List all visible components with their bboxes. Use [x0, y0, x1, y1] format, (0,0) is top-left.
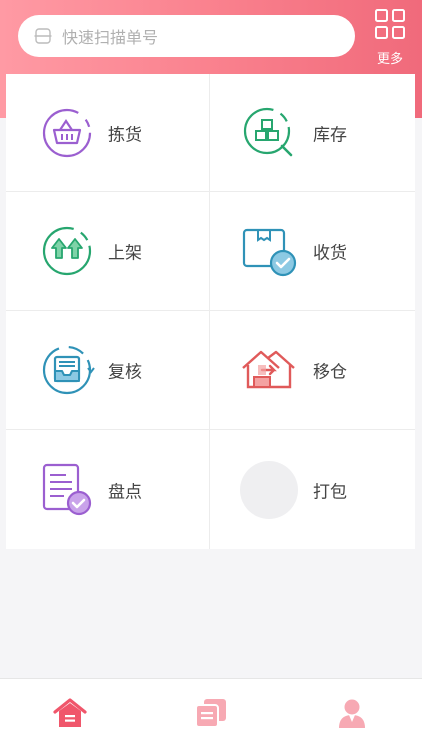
stocktake-icon — [38, 461, 96, 519]
menu-item-packing[interactable]: 打包 — [210, 430, 415, 549]
menu-item-picking[interactable]: 拣货 — [6, 74, 210, 192]
documents-icon — [194, 697, 228, 733]
shelve-up-icon — [38, 222, 96, 280]
home-icon — [53, 697, 87, 733]
user-icon — [336, 697, 368, 733]
menu-item-inventory[interactable]: 库存 — [210, 74, 415, 192]
menu-item-stocktake[interactable]: 盘点 — [6, 430, 210, 549]
tab-profile[interactable] — [322, 690, 382, 740]
menu-item-shelving[interactable]: 上架 — [6, 192, 210, 311]
tab-documents[interactable] — [181, 690, 241, 740]
menu-item-label: 拣货 — [108, 125, 142, 145]
scan-icon[interactable] — [34, 27, 52, 45]
pack-placeholder-icon — [240, 460, 298, 519]
menu-item-label: 收货 — [313, 243, 347, 264]
menu-item-label: 移仓 — [313, 362, 347, 383]
function-grid: 拣货 库存 上架 收货 复核 移仓 盘点 打包 — [6, 74, 415, 549]
review-tray-icon — [38, 341, 96, 399]
grid-icon — [374, 8, 406, 44]
more-button[interactable]: 更多 — [370, 8, 410, 67]
menu-item-label: 库存 — [313, 125, 347, 145]
menu-item-label: 打包 — [313, 482, 347, 502]
menu-item-label: 复核 — [108, 362, 142, 383]
menu-item-label: 盘点 — [108, 482, 142, 502]
menu-item-receiving[interactable]: 收货 — [210, 192, 415, 311]
menu-item-label: 上架 — [108, 243, 142, 264]
move-warehouse-icon — [240, 341, 298, 399]
inventory-search-icon — [240, 104, 298, 162]
search-placeholder: 快速扫描单号 — [62, 28, 159, 47]
menu-item-transfer[interactable]: 移仓 — [210, 311, 415, 430]
search-bar[interactable]: 快速扫描单号 — [18, 15, 355, 57]
tab-home[interactable] — [40, 690, 100, 740]
basket-icon — [38, 104, 96, 162]
menu-item-review[interactable]: 复核 — [6, 311, 210, 430]
bottom-tab-bar — [0, 678, 422, 750]
receive-box-icon — [240, 222, 298, 280]
more-label: 更多 — [376, 52, 403, 67]
